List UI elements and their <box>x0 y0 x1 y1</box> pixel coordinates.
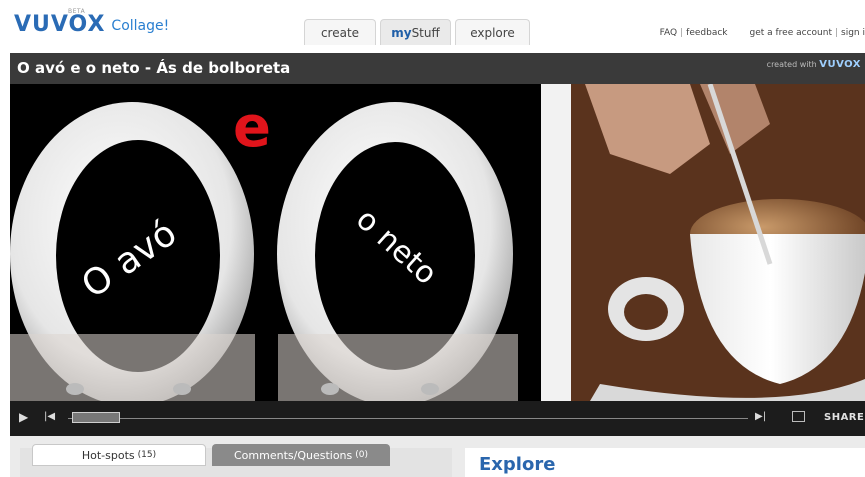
progress-scrubber[interactable] <box>72 412 121 423</box>
vuvox-logo[interactable]: VUVOX BETA Collage! <box>14 8 170 37</box>
main-nav-tabs: create my Stuff explore <box>304 19 534 45</box>
collage-title: O avó e o neto - Ás de bolboreta <box>17 59 291 77</box>
site-header: VUVOX BETA Collage! create my Stuff explo… <box>0 0 865 47</box>
player-titlebar: O avó e o neto - Ás de bolboreta created… <box>10 53 865 84</box>
sign-in-link[interactable]: sign i <box>841 28 865 38</box>
tab-comments-questions[interactable]: Comments/Questions (0) <box>212 444 390 466</box>
top-links: FAQ | feedback get a free account | sign i <box>659 28 865 38</box>
explore-panel: Explore <box>465 448 865 477</box>
collage-stage[interactable]: O avó e o neto <box>10 84 865 401</box>
feedback-link[interactable]: feedback <box>686 28 727 38</box>
faq-link[interactable]: FAQ <box>660 28 677 38</box>
share-button[interactable]: SHARE <box>824 412 864 423</box>
collage-player: O avó e o neto - Ás de bolboreta created… <box>10 53 865 436</box>
app-name: Collage! <box>111 18 170 34</box>
bottom-area: Hot-spots (15) Comments/Questions (0) Expl… <box>10 436 865 477</box>
tab-explore[interactable]: explore <box>455 19 530 45</box>
explore-heading: Explore <box>479 454 556 475</box>
beta-label: BETA <box>68 8 86 15</box>
skip-back-icon[interactable]: |◀ <box>44 411 55 422</box>
free-account-link[interactable]: get a free account <box>750 28 832 38</box>
tab-mystuff[interactable]: my Stuff <box>380 19 451 45</box>
player-controls: ▶ |◀ ▶| SHARE <box>10 401 865 436</box>
collage-artwork: O avó e o neto <box>10 84 865 401</box>
play-icon[interactable]: ▶ <box>19 410 28 424</box>
skip-forward-icon[interactable]: ▶| <box>755 411 766 422</box>
logo-wordmark: VUVOX <box>14 12 106 37</box>
created-with-credit[interactable]: created with VUVOX <box>767 59 861 70</box>
fullscreen-icon[interactable] <box>792 411 805 422</box>
tab-hotspots[interactable]: Hot-spots (15) <box>32 444 206 466</box>
tab-create[interactable]: create <box>304 19 376 45</box>
artwork-red-letter: e <box>233 95 271 160</box>
progress-track[interactable] <box>68 418 748 419</box>
coffee-photo <box>541 84 865 401</box>
